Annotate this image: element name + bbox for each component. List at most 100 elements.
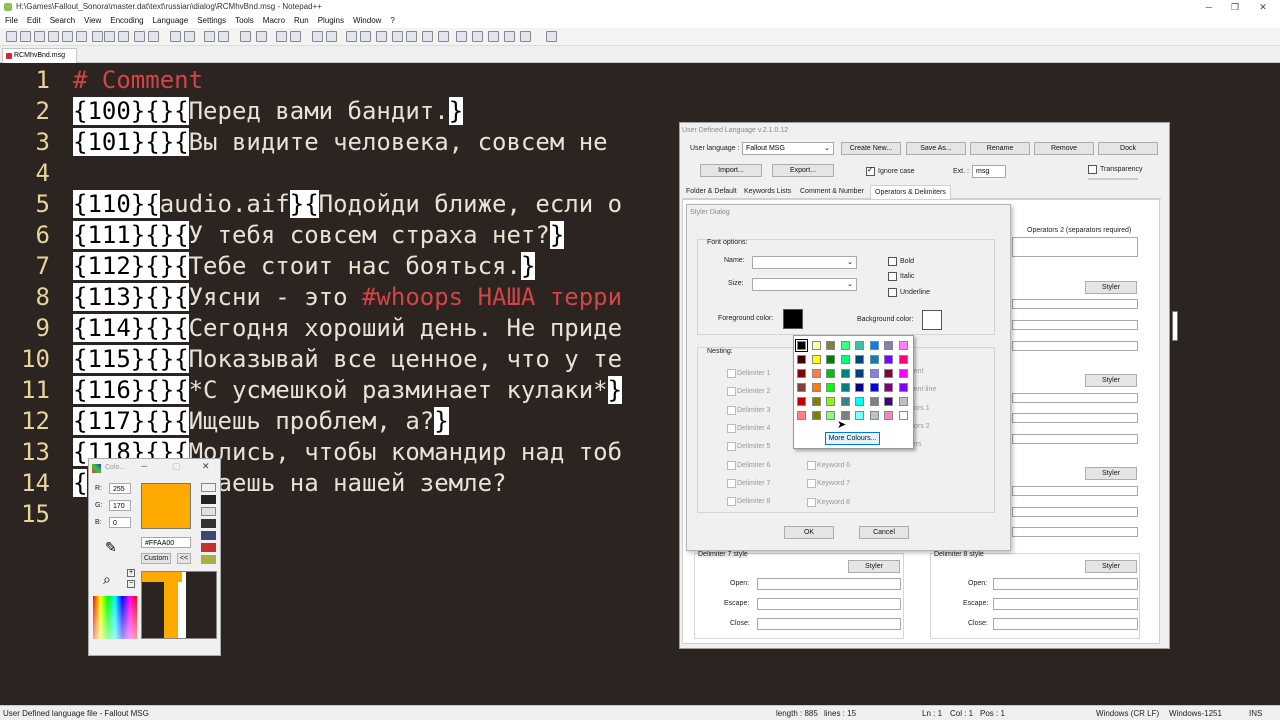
delimiter-checkbox[interactable] xyxy=(727,497,736,507)
palette-swatch[interactable] xyxy=(855,397,864,406)
palette-swatch[interactable] xyxy=(898,383,908,392)
menu-item-window[interactable]: Window xyxy=(348,14,385,25)
keyword-checkbox[interactable] xyxy=(807,497,816,507)
tab-keywords-lists[interactable]: Keywords Lists xyxy=(744,188,791,195)
palette-swatch[interactable] xyxy=(840,383,850,392)
palette-swatch[interactable] xyxy=(840,397,850,406)
toolbar-button-icon[interactable] xyxy=(376,31,387,42)
code-line[interactable]: {100}{}{Перед вами бандит.} xyxy=(73,96,464,127)
udl-field-2[interactable] xyxy=(1012,320,1138,330)
palette-swatch[interactable] xyxy=(869,369,879,378)
code-line[interactable]: {117}{}{Ищешь проблем, а?} xyxy=(73,406,449,437)
maximize-icon[interactable]: ▢ xyxy=(172,461,181,472)
toolbar-button-icon[interactable] xyxy=(170,31,181,42)
menu-item-edit[interactable]: Edit xyxy=(22,14,45,25)
styler-button-2[interactable]: Styler xyxy=(1085,374,1137,387)
delim8-open-input[interactable] xyxy=(993,578,1138,590)
delimiter-7-styler-button[interactable]: Styler xyxy=(848,560,900,573)
toolbar-button-icon[interactable] xyxy=(240,31,251,42)
minimize-icon[interactable]: ─ xyxy=(141,461,147,471)
palette-swatch[interactable] xyxy=(869,411,879,420)
palette-swatch[interactable] xyxy=(884,341,893,350)
toolbar-button-icon[interactable] xyxy=(6,31,17,42)
more-colours-button[interactable]: More Colours... xyxy=(825,432,880,445)
menu-item-search[interactable]: Search xyxy=(45,14,79,25)
code-line[interactable]: {101}{}{Вы видите человека, совсем не xyxy=(73,127,608,158)
tab-folder-default[interactable]: Folder & Default xyxy=(686,188,737,195)
hue-spectrum[interactable] xyxy=(93,596,137,639)
menu-item-settings[interactable]: Settings xyxy=(192,14,230,25)
toolbar-button-icon[interactable] xyxy=(184,31,195,42)
palette-swatch[interactable] xyxy=(811,397,821,406)
palette-swatch[interactable] xyxy=(884,355,893,364)
palette-swatch[interactable] xyxy=(826,369,835,378)
palette-swatch[interactable] xyxy=(797,355,806,364)
delimiter-8-styler-button[interactable]: Styler xyxy=(1085,560,1137,573)
font-name-select[interactable]: ⌄ xyxy=(752,256,857,269)
palette-swatch[interactable] xyxy=(797,411,806,420)
tab-comment-number[interactable]: Comment & Number xyxy=(800,188,864,195)
delimiter-checkbox[interactable] xyxy=(727,478,736,488)
menu-item-macro[interactable]: Macro xyxy=(258,14,289,25)
user-language-select[interactable]: Fallout MSG ⌄ xyxy=(742,142,834,155)
menu-item-view[interactable]: View xyxy=(79,14,105,25)
palette-swatch[interactable] xyxy=(884,397,893,406)
b-input[interactable]: 0 xyxy=(109,517,131,528)
history-swatch[interactable] xyxy=(201,483,216,492)
palette-swatch[interactable] xyxy=(826,383,835,392)
create-new-button[interactable]: Create New... xyxy=(841,142,901,155)
history-swatch[interactable] xyxy=(201,531,216,540)
code-line[interactable]: # Comment xyxy=(73,65,203,96)
palette-swatch[interactable] xyxy=(811,369,821,378)
palette-swatch[interactable] xyxy=(811,355,821,364)
delim8-close-input[interactable] xyxy=(993,618,1138,630)
toolbar-button-icon[interactable] xyxy=(422,31,433,42)
udl-side-arrow[interactable] xyxy=(1172,311,1178,341)
delim7-escape-input[interactable] xyxy=(757,598,901,610)
palette-swatch[interactable] xyxy=(797,369,806,378)
keyword-checkbox[interactable] xyxy=(807,461,816,470)
toolbar-button-icon[interactable] xyxy=(204,31,215,42)
palette-swatch[interactable] xyxy=(869,383,879,392)
menu-item-plugins[interactable]: Plugins xyxy=(313,14,348,25)
udl-field-6[interactable] xyxy=(1012,434,1138,444)
ok-button[interactable]: OK xyxy=(784,526,834,539)
toolbar-button-icon[interactable] xyxy=(312,31,323,42)
palette-swatch[interactable] xyxy=(855,411,864,420)
history-swatch[interactable] xyxy=(201,507,216,516)
toolbar-button-icon[interactable] xyxy=(104,31,115,42)
udl-field-9[interactable] xyxy=(1012,527,1138,537)
menu-item-encoding[interactable]: Encoding xyxy=(105,14,147,25)
history-swatch[interactable] xyxy=(201,543,216,552)
history-swatch[interactable] xyxy=(201,519,216,528)
styler-button-3[interactable]: Styler xyxy=(1085,467,1137,480)
palette-swatch[interactable] xyxy=(884,369,893,378)
palette-swatch[interactable] xyxy=(898,397,908,406)
udl-field-5[interactable] xyxy=(1012,413,1138,423)
toolbar-button-icon[interactable] xyxy=(276,31,287,42)
ignore-case-checkbox[interactable]: ✓ xyxy=(866,165,875,176)
toolbar-button-icon[interactable] xyxy=(76,31,87,42)
palette-swatch[interactable] xyxy=(797,397,806,406)
custom-button[interactable]: Custom xyxy=(141,553,171,564)
transparency-checkbox[interactable] xyxy=(1088,165,1097,174)
delim8-escape-input[interactable] xyxy=(993,598,1138,610)
styler-button-1[interactable]: Styler xyxy=(1085,281,1137,294)
code-line[interactable]: {115}{}{Показывай все ценное, что у те xyxy=(73,344,622,375)
toolbar-button-icon[interactable] xyxy=(360,31,371,42)
r-input[interactable]: 255 xyxy=(109,483,131,494)
toolbar-button-icon[interactable] xyxy=(346,31,357,42)
toolbar-button-icon[interactable] xyxy=(20,31,31,42)
palette-swatch[interactable] xyxy=(898,355,908,364)
foreground-color-swatch[interactable] xyxy=(783,309,803,329)
font-size-select[interactable]: ⌄ xyxy=(752,278,857,291)
palette-swatch[interactable] xyxy=(811,341,821,350)
palette-swatch[interactable] xyxy=(855,369,864,378)
delimiter-checkbox[interactable] xyxy=(727,460,736,470)
rename-button[interactable]: Rename xyxy=(970,142,1030,155)
underline-checkbox[interactable] xyxy=(888,288,897,297)
toolbar-button-icon[interactable] xyxy=(218,31,229,42)
remove-button[interactable]: Remove xyxy=(1034,142,1094,155)
palette-swatch[interactable] xyxy=(855,355,864,364)
palette-swatch[interactable] xyxy=(840,369,850,378)
